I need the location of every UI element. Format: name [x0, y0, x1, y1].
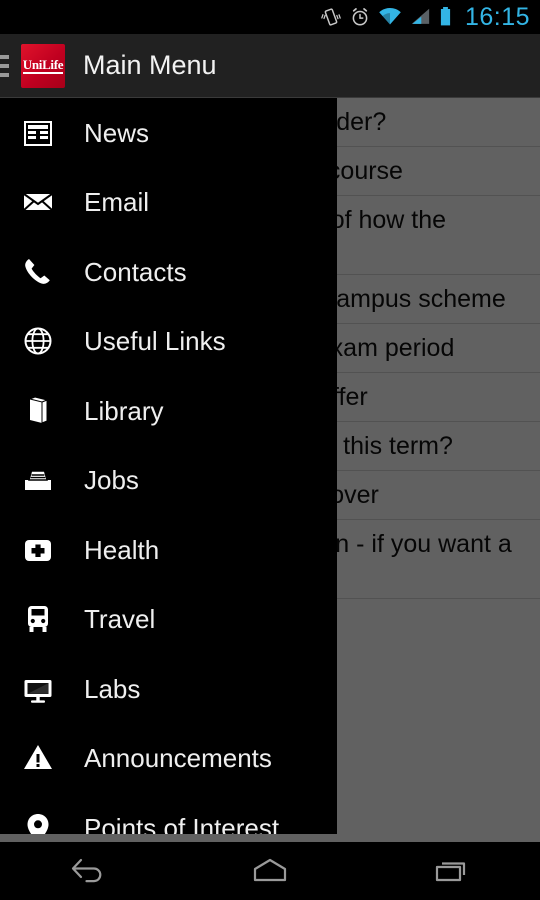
globe-icon-wrapper — [20, 323, 56, 359]
drawer-item-label: Email — [84, 187, 150, 218]
action-bar: UniLife Main Menu — [0, 34, 540, 98]
monitor-icon-wrapper — [20, 671, 56, 707]
recents-button[interactable] — [360, 842, 540, 900]
warning-triangle-icon-wrapper — [20, 740, 56, 776]
envelope-icon — [23, 193, 53, 211]
vibrate-icon — [321, 8, 341, 26]
drawer-item-label: Library — [84, 395, 164, 426]
envelope-icon-wrapper — [20, 184, 56, 220]
drawer-item-email[interactable]: Email — [0, 168, 337, 238]
navigation-drawer[interactable]: News Email Contacts Useful Links Library Jobs… — [0, 98, 337, 834]
system-nav-bar — [0, 842, 540, 900]
drawer-item-library[interactable]: Library — [0, 376, 337, 446]
drawer-item-label: Points of Interest — [84, 812, 280, 834]
medical-cross-icon-wrapper — [20, 532, 56, 568]
drawer-item-announcements[interactable]: Announcements — [0, 724, 337, 794]
recents-icon — [435, 862, 466, 882]
medical-cross-icon — [25, 539, 51, 561]
drawer-item-label: News — [84, 117, 150, 148]
map-pin-icon-wrapper — [20, 810, 56, 834]
status-bar: 16:15 — [0, 0, 540, 34]
drawer-item-health[interactable]: Health — [0, 515, 337, 585]
drawer-item-label: Health — [84, 534, 160, 565]
page-title: Main Menu — [83, 50, 217, 80]
book-icon-wrapper — [20, 393, 56, 429]
briefcase-icon-wrapper — [20, 462, 56, 498]
app-logo[interactable]: UniLife — [21, 43, 65, 88]
drawer-item-label: Jobs — [84, 465, 139, 496]
briefcase-icon — [25, 470, 51, 491]
back-button[interactable] — [0, 842, 180, 900]
home-button[interactable] — [180, 842, 360, 900]
drawer-item-points-of-interest[interactable]: Points of Interest — [0, 793, 337, 834]
drawer-item-label: Useful Links — [84, 326, 226, 357]
phone-icon — [25, 258, 50, 284]
drawer-item-contacts[interactable]: Contacts — [0, 237, 337, 307]
newspaper-icon — [24, 120, 52, 146]
drawer-item-label: Announcements — [84, 743, 272, 774]
drawer-item-travel[interactable]: Travel — [0, 585, 337, 655]
status-time: 16:15 — [464, 2, 530, 31]
phone-icon-wrapper — [20, 254, 56, 290]
map-pin-icon — [27, 813, 49, 834]
drawer-item-labs[interactable]: Labs — [0, 654, 337, 724]
battery-icon — [440, 7, 451, 26]
monitor-icon — [24, 679, 52, 703]
drawer-item-news[interactable]: News — [0, 98, 337, 168]
signal-icon — [411, 8, 430, 24]
hamburger-menu-icon[interactable] — [0, 34, 14, 98]
wifi-icon — [379, 8, 401, 25]
alarm-icon — [352, 8, 368, 26]
drawer-item-label: Labs — [84, 673, 141, 704]
drawer-item-useful-links[interactable]: Useful Links — [0, 307, 337, 377]
app-logo-text: UniLife — [22, 56, 64, 74]
globe-icon — [24, 327, 52, 355]
bus-icon-wrapper — [20, 601, 56, 637]
book-icon — [28, 396, 49, 424]
newspaper-icon-wrapper — [20, 115, 56, 151]
bus-icon — [28, 606, 48, 633]
drawer-item-jobs[interactable]: Jobs — [0, 446, 337, 516]
warning-triangle-icon — [24, 745, 52, 770]
home-icon — [253, 858, 287, 882]
back-arrow-icon — [71, 858, 102, 883]
drawer-item-label: Travel — [84, 604, 156, 635]
drawer-item-label: Contacts — [84, 256, 187, 287]
phone-screen: Do you have an Eating Disorder?Funding f… — [0, 0, 540, 900]
